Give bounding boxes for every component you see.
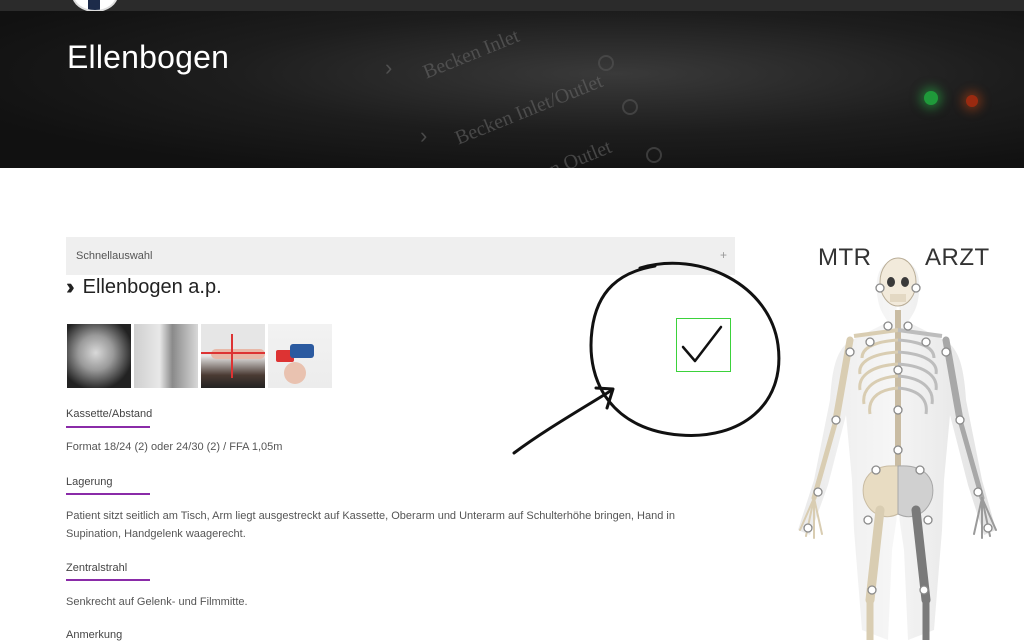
field-text-kassette: Format 18/24 (2) oder 24/30 (2) / FFA 1,… — [66, 441, 283, 453]
quick-select-accordion[interactable]: Schnellauswahl + — [66, 237, 735, 275]
field-text-zentralstrahl: Senkrecht auf Gelenk- und Filmmitte. — [66, 596, 248, 608]
field-label-anmerkung: Anmerkung — [66, 629, 123, 641]
thumbnail-arm-position[interactable] — [201, 324, 265, 388]
thumbnail-xray[interactable] — [67, 324, 131, 388]
field-underline — [66, 493, 150, 495]
thumbnail-gallery — [67, 324, 332, 388]
thumbnail-equipment[interactable] — [134, 324, 198, 388]
double-chevron-icon: ›› — [66, 274, 74, 299]
skeleton-figure — [798, 250, 997, 640]
plus-icon[interactable]: + — [720, 248, 727, 262]
field-label-lagerung: Lagerung — [66, 476, 113, 488]
top-navigation-bar — [0, 0, 1024, 11]
confirmation-checkbox[interactable] — [676, 318, 731, 372]
checkmark-icon — [681, 325, 723, 363]
section-title: Ellenbogen a.p. — [82, 275, 222, 298]
hero-bg-text-2: Becken Inlet/Outlet — [452, 70, 606, 150]
field-text-lagerung: Patient sitzt seitlich am Tisch, Arm lie… — [66, 510, 675, 540]
hero-banner: Becken Inlet Becken Inlet/Outlet Becken … — [0, 11, 1024, 168]
field-underline — [66, 426, 150, 428]
chevron-right-icon: › — [385, 55, 393, 80]
hero-bg-text-1: Becken Inlet — [420, 24, 523, 84]
chevron-right-icon: › — [420, 123, 428, 148]
hero-bg-text-3: Becken Outlet — [500, 135, 615, 168]
field-label-zentralstrahl: Zentralstrahl — [66, 562, 128, 574]
field-label-kassette: Kassette/Abstand — [66, 408, 153, 420]
section-heading: ›› Ellenbogen a.p. — [66, 275, 222, 299]
field-underline — [66, 579, 150, 581]
skeleton-illustration: MTR ARZT — [770, 230, 1024, 640]
knob-icon — [646, 147, 662, 163]
green-light — [924, 91, 938, 105]
page-title: Ellenbogen — [67, 39, 230, 75]
red-light — [966, 95, 978, 107]
knob-icon — [598, 55, 614, 71]
accordion-label: Schnellauswahl — [76, 250, 153, 262]
knob-icon — [622, 99, 638, 115]
thumbnail-arm-cuff[interactable] — [268, 324, 332, 388]
